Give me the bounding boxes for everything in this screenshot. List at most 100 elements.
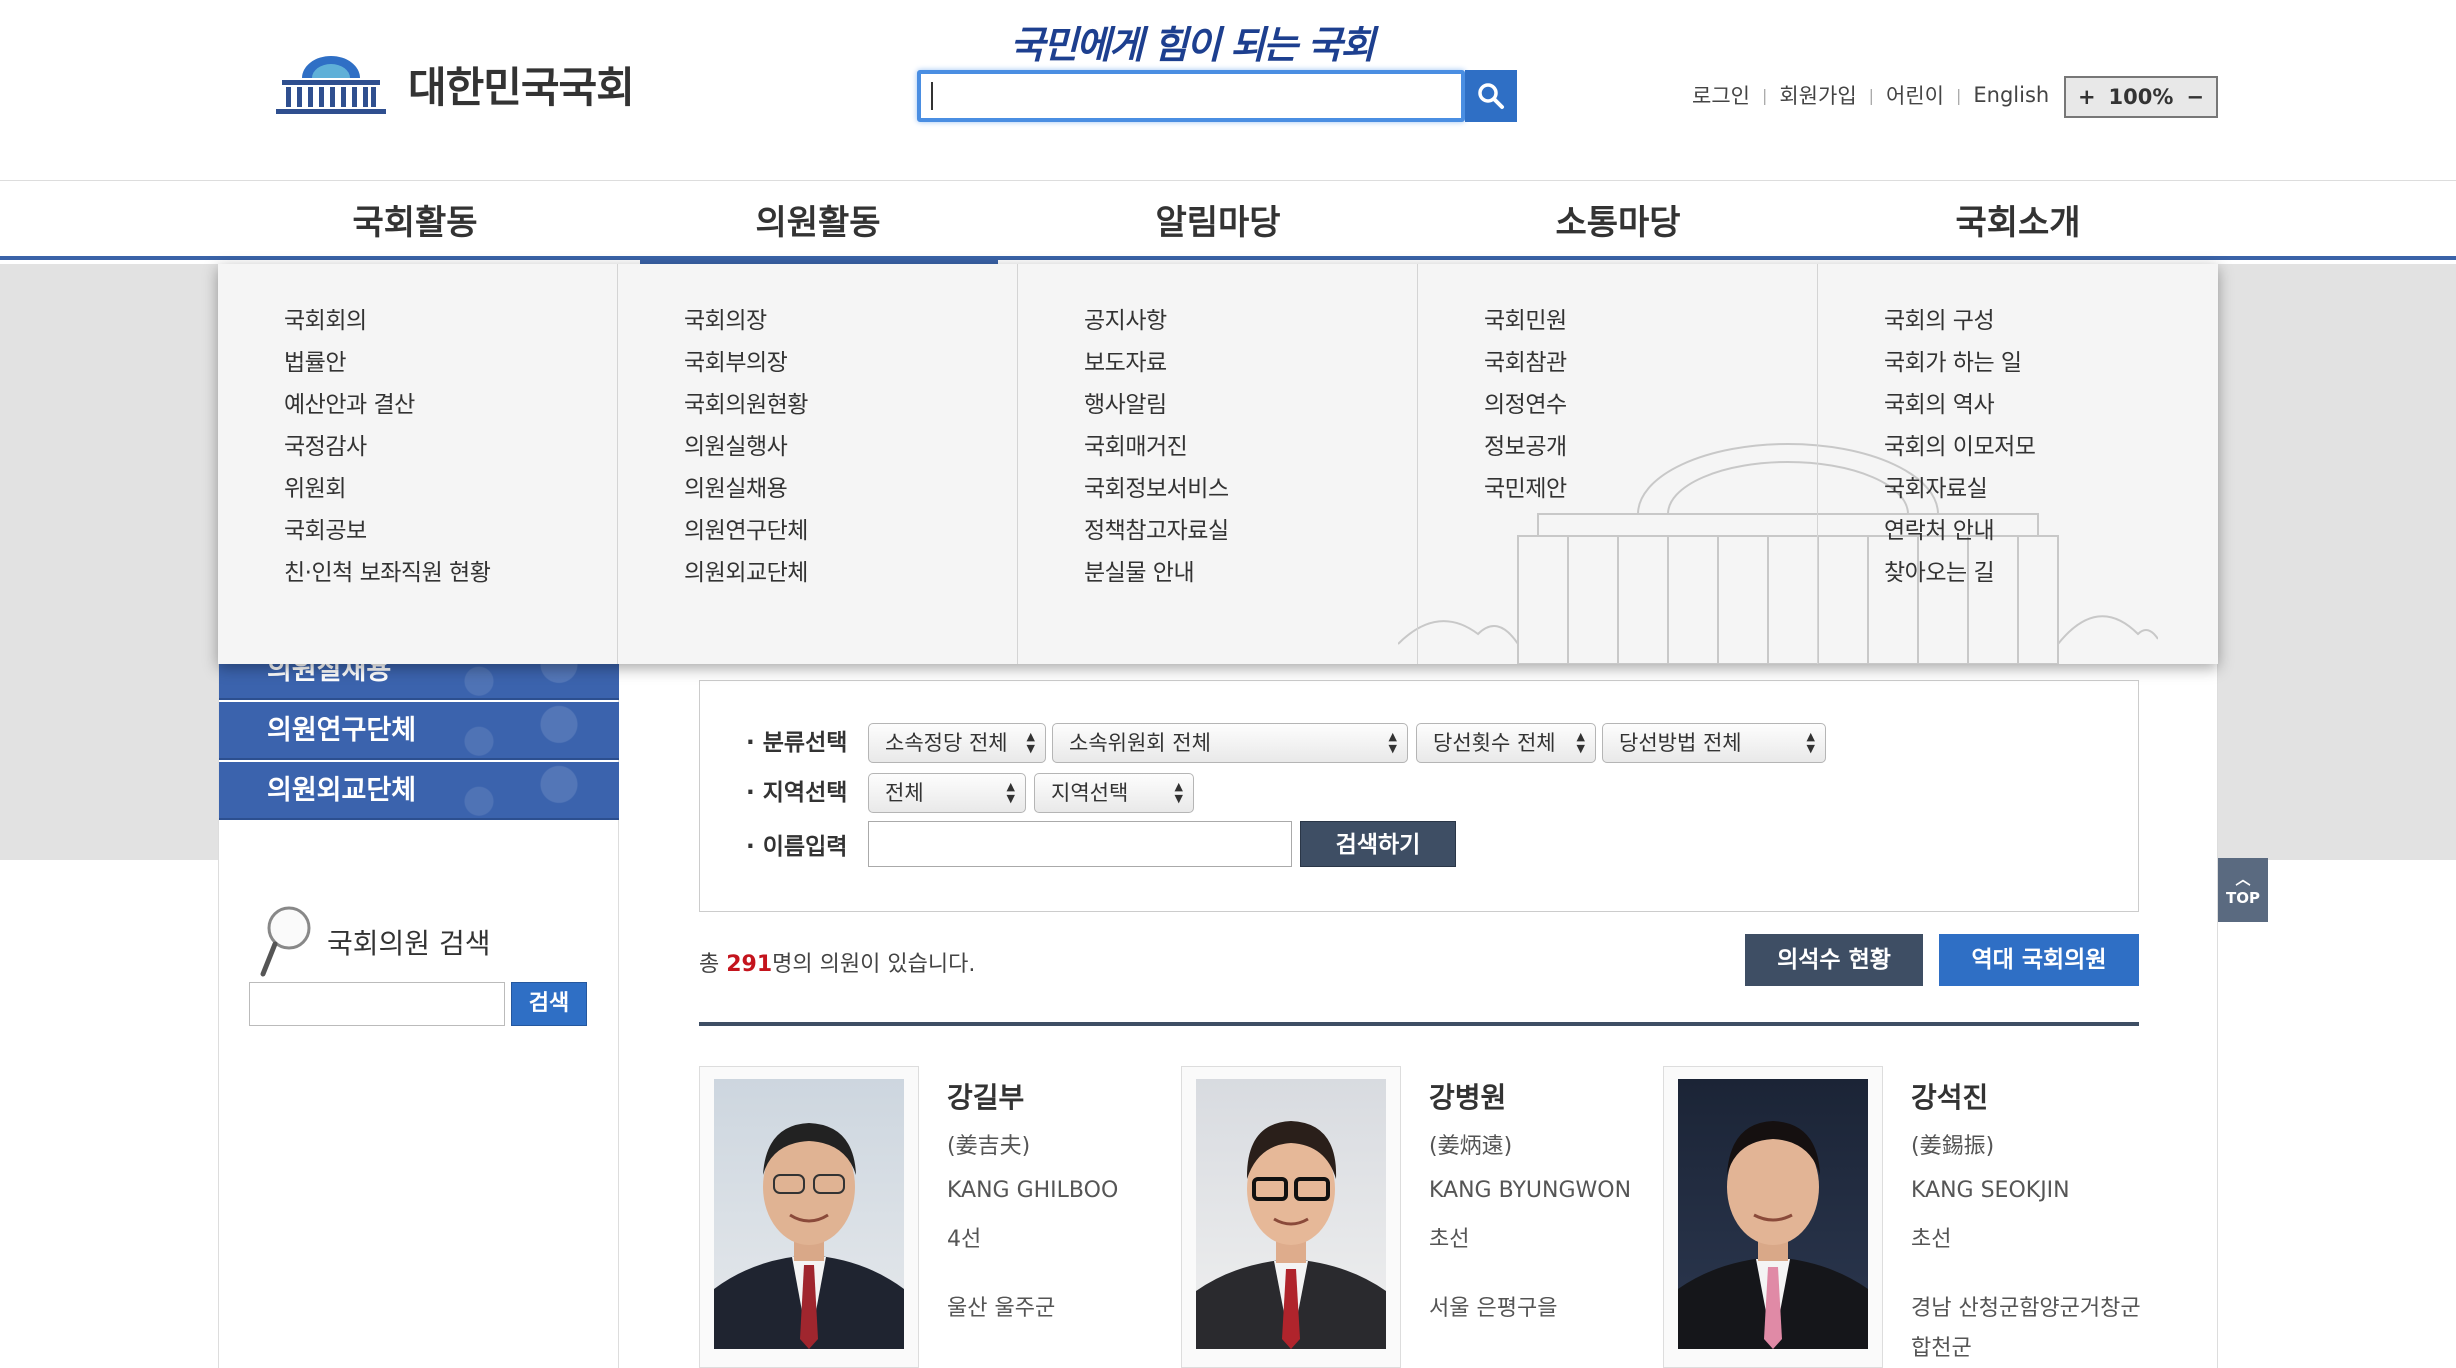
gnb-active-indicator bbox=[640, 256, 998, 264]
menu-item[interactable]: 공지사항 bbox=[1084, 300, 1229, 342]
portrait-image bbox=[714, 1079, 904, 1349]
region-label: · 지역선택 bbox=[746, 780, 848, 806]
menu-item[interactable]: 국회공보 bbox=[284, 510, 490, 552]
global-search-input[interactable] bbox=[917, 70, 1465, 122]
portrait-image bbox=[1678, 1079, 1868, 1349]
menu-item[interactable]: 국민제안 bbox=[1484, 468, 1567, 510]
menu-item[interactable]: 행사알림 bbox=[1084, 384, 1229, 426]
member-english-name: KANG BYUNGWON bbox=[1429, 1178, 1632, 1203]
member-card[interactable]: 강병원 (姜炳遠) KANG BYUNGWON 초선 서울 은평구을 bbox=[1181, 1066, 1651, 1368]
kids-link[interactable]: 어린이 bbox=[1886, 80, 1944, 110]
member-card[interactable]: 강석진 (姜錫振) KANG SEOKJIN 초선 경남 산청군함양군거창군합천… bbox=[1663, 1066, 2141, 1368]
gnb-item-communication[interactable]: 소통마당 bbox=[1468, 195, 1768, 244]
name-input[interactable] bbox=[868, 821, 1292, 867]
seat-status-button[interactable]: 의석수 현황 bbox=[1745, 934, 1923, 986]
menu-item[interactable]: 친·인척 보좌직원 현황 bbox=[284, 552, 491, 594]
menu-item[interactable]: 의원외교단체 bbox=[684, 552, 808, 594]
party-select[interactable]: 소속정당 전체 ▲ ▼ bbox=[868, 723, 1046, 763]
menu-item[interactable]: 정책참고자료실 bbox=[1084, 510, 1229, 552]
history-members-button[interactable]: 역대 국회의원 bbox=[1939, 934, 2139, 986]
menu-item[interactable]: 국회의 역사 bbox=[1884, 384, 2035, 426]
member-hanja: (姜錫振) bbox=[1911, 1134, 1995, 1159]
mega-col-communication: 국회민원 국회참관 의정연수 정보공개 국민제안 bbox=[1418, 264, 1818, 664]
select-arrows-icon: ▲ ▼ bbox=[1806, 730, 1815, 755]
menu-item[interactable]: 국회정보서비스 bbox=[1084, 468, 1229, 510]
menu-item[interactable]: 국회의 구성 bbox=[1884, 300, 2035, 342]
menu-item[interactable]: 연락처 안내 bbox=[1884, 510, 2035, 552]
menu-item[interactable]: 예산안과 결산 bbox=[284, 384, 490, 426]
magnifier-icon bbox=[260, 906, 311, 977]
region-all-value: 전체 bbox=[885, 781, 924, 805]
election-method-select[interactable]: 당선방법 전체 ▲ ▼ bbox=[1602, 723, 1826, 763]
member-count-text: 총 291명의 의원이 있습니다. bbox=[699, 946, 975, 978]
member-photo[interactable] bbox=[1663, 1066, 1883, 1368]
category-label: · 분류선택 bbox=[746, 730, 848, 756]
zoom-out-button[interactable]: − bbox=[2186, 85, 2204, 109]
member-info: 강길부 (姜吉夫) KANG GHILBOO 4선 울산 울주군 bbox=[947, 1076, 1177, 1329]
election-method-select-value: 당선방법 전체 bbox=[1619, 731, 1742, 755]
region-all-select[interactable]: 전체 ▲ ▼ bbox=[868, 773, 1026, 813]
menu-item[interactable]: 국회부의장 bbox=[684, 342, 808, 384]
select-arrows-icon: ▲ ▼ bbox=[1006, 780, 1015, 805]
member-card[interactable]: 강길부 (姜吉夫) KANG GHILBOO 4선 울산 울주군 bbox=[699, 1066, 1169, 1368]
member-name[interactable]: 강병원 bbox=[1429, 1076, 1659, 1116]
menu-item[interactable]: 국정감사 bbox=[284, 426, 490, 468]
utility-links: 로그인 | 회원가입 | 어린이 | English bbox=[1692, 80, 2049, 110]
login-link[interactable]: 로그인 bbox=[1692, 80, 1750, 110]
scroll-top-label: TOP bbox=[2226, 889, 2260, 907]
member-photo[interactable] bbox=[699, 1066, 919, 1368]
gnb-item-notices[interactable]: 알림마당 bbox=[1068, 195, 1368, 244]
menu-item[interactable]: 위원회 bbox=[284, 468, 490, 510]
site-logo-text: 대한민국국회 bbox=[408, 62, 635, 112]
region-detail-select[interactable]: 지역선택 ▲ ▼ bbox=[1034, 773, 1194, 813]
scroll-top-button[interactable]: ︿ TOP bbox=[2218, 858, 2268, 922]
menu-item[interactable]: 보도자료 bbox=[1084, 342, 1229, 384]
menu-item[interactable]: 국회자료실 bbox=[1884, 468, 2035, 510]
english-link[interactable]: English bbox=[1973, 83, 2049, 107]
menu-item[interactable]: 의원연구단체 bbox=[684, 510, 808, 552]
member-region: 서울 은평구을 bbox=[1429, 1296, 1558, 1321]
mega-col-about: 국회의 구성 국회가 하는 일 국회의 역사 국회의 이모저모 국회자료실 연락… bbox=[1818, 264, 2218, 664]
menu-item[interactable]: 의원실행사 bbox=[684, 426, 808, 468]
gnb-item-about[interactable]: 국회소개 bbox=[1868, 195, 2168, 244]
member-name[interactable]: 강길부 bbox=[947, 1076, 1177, 1116]
terms-select[interactable]: 당선횟수 전체 ▲ ▼ bbox=[1416, 723, 1596, 763]
menu-item[interactable]: 의정연수 bbox=[1484, 384, 1567, 426]
menu-item[interactable]: 국회의 이모저모 bbox=[1884, 426, 2036, 468]
menu-item[interactable]: 국회의장 bbox=[684, 300, 808, 342]
committee-select[interactable]: 소속위원회 전체 ▲ ▼ bbox=[1052, 723, 1408, 763]
member-search-input[interactable] bbox=[249, 982, 505, 1026]
select-arrows-icon: ▲ ▼ bbox=[1026, 730, 1035, 755]
menu-item[interactable]: 국회참관 bbox=[1484, 342, 1567, 384]
menu-item[interactable]: 의원실채용 bbox=[684, 468, 808, 510]
member-region: 울산 울주군 bbox=[947, 1296, 1056, 1321]
menu-item[interactable]: 정보공개 bbox=[1484, 426, 1567, 468]
national-assembly-logo-icon bbox=[276, 56, 386, 114]
select-arrows-icon: ▲ ▼ bbox=[1576, 730, 1585, 755]
global-search-button[interactable] bbox=[1465, 70, 1517, 122]
gnb-item-assembly-activity[interactable]: 국회활동 bbox=[265, 195, 565, 244]
menu-item[interactable]: 국회가 하는 일 bbox=[1884, 342, 2035, 384]
filter-search-button[interactable]: 검색하기 bbox=[1300, 821, 1456, 867]
member-count: 291 bbox=[726, 952, 773, 977]
lnb-item-research-groups[interactable]: 의원연구단체 bbox=[219, 702, 619, 760]
menu-item[interactable]: 국회매거진 bbox=[1084, 426, 1229, 468]
menu-item[interactable]: 분실물 안내 bbox=[1084, 552, 1229, 594]
member-hanja: (姜炳遠) bbox=[1429, 1134, 1513, 1159]
menu-item[interactable]: 찾아오는 길 bbox=[1884, 552, 2035, 594]
menu-item[interactable]: 국회의원현황 bbox=[684, 384, 808, 426]
zoom-in-button[interactable]: + bbox=[2078, 85, 2096, 109]
site-logo[interactable]: 대한민국국회 bbox=[272, 48, 635, 120]
menu-item[interactable]: 국회민원 bbox=[1484, 300, 1567, 342]
lnb-item-diplomacy-groups[interactable]: 의원외교단체 bbox=[219, 762, 619, 820]
signup-link[interactable]: 회원가입 bbox=[1779, 80, 1856, 110]
menu-item[interactable]: 국회회의 bbox=[284, 300, 490, 342]
member-search-button[interactable]: 검색 bbox=[511, 982, 587, 1026]
member-name[interactable]: 강석진 bbox=[1911, 1076, 2141, 1116]
member-photo[interactable] bbox=[1181, 1066, 1401, 1368]
select-arrows-icon: ▲ ▼ bbox=[1174, 780, 1183, 805]
member-terms: 4선 bbox=[947, 1227, 982, 1252]
list-divider bbox=[699, 1022, 2139, 1026]
menu-item[interactable]: 법률안 bbox=[284, 342, 490, 384]
gnb-item-member-activity[interactable]: 의원활동 bbox=[668, 195, 968, 244]
